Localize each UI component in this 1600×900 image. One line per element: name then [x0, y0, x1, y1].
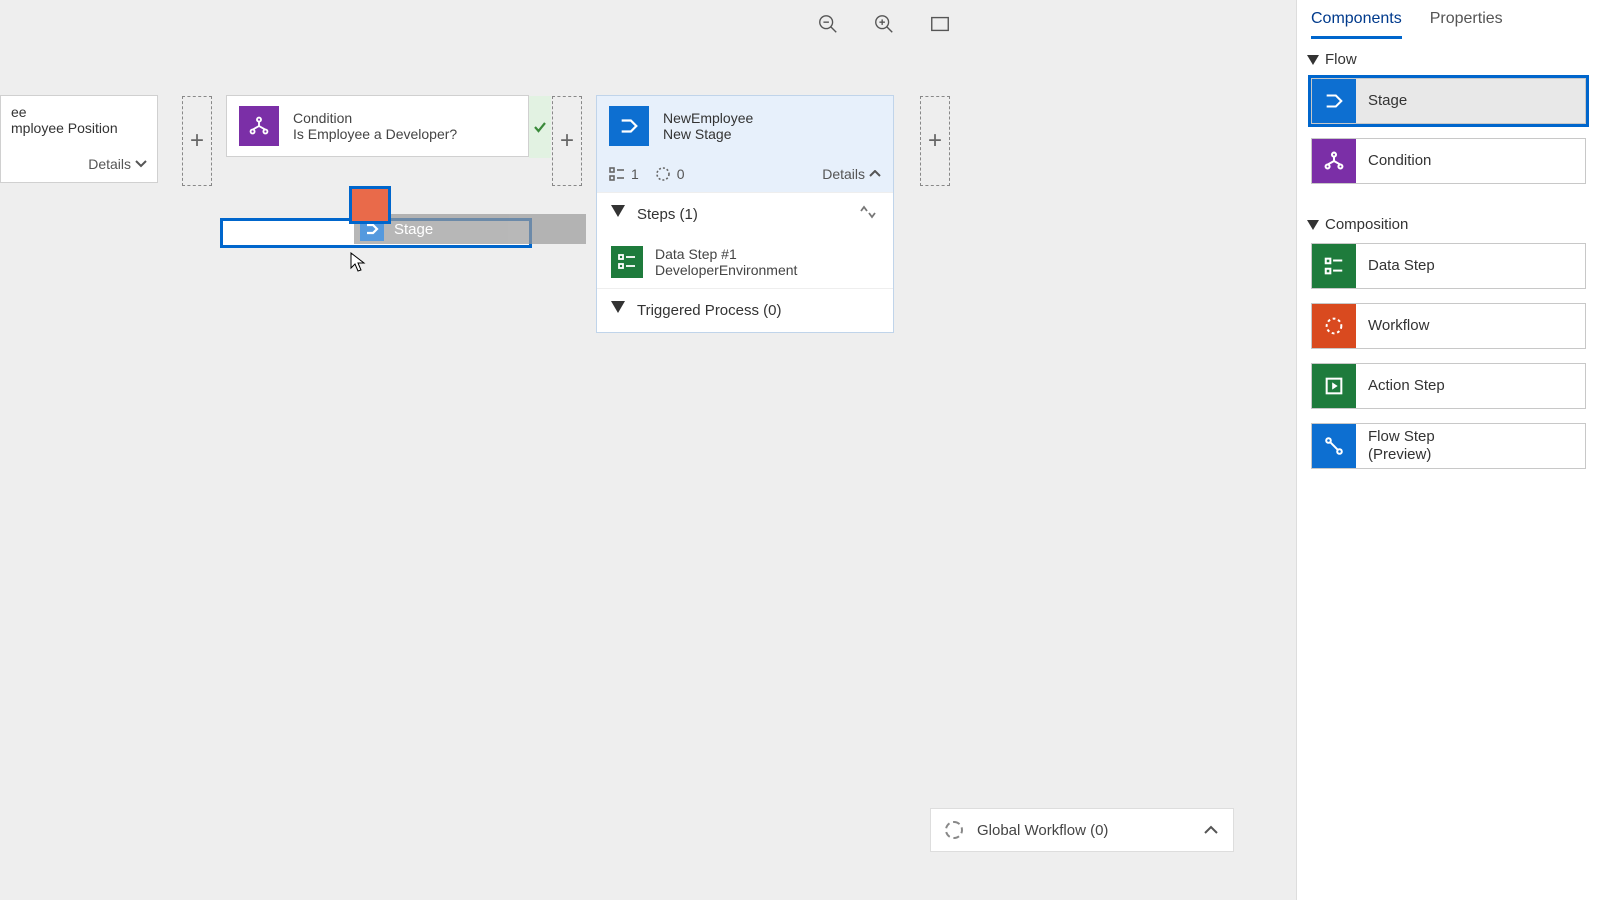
details-label: Details: [88, 156, 131, 172]
workflow-count-badge: 0: [655, 166, 685, 182]
stage-name: NewEmployee: [663, 110, 753, 126]
zoom-out-icon: [817, 13, 839, 35]
reorder-arrows[interactable]: [857, 205, 879, 224]
fit-screen-icon: [929, 13, 951, 35]
zoom-out-button[interactable]: [812, 8, 844, 40]
section-composition-label: Composition: [1325, 216, 1408, 233]
global-workflow-label: Global Workflow (0): [977, 822, 1108, 839]
condition-icon: [1312, 139, 1356, 183]
component-condition[interactable]: Condition: [1311, 138, 1586, 184]
component-label: Data Step: [1356, 257, 1447, 275]
data-step-row[interactable]: Data Step #1 DeveloperEnvironment: [597, 236, 893, 288]
component-label: Flow Step (Preview): [1356, 428, 1447, 464]
expand-triangle-icon: [611, 301, 625, 320]
section-flow-header[interactable]: Flow: [1307, 51, 1590, 68]
stage-node-expanded[interactable]: NewEmployee New Stage 1 0 Details: [596, 95, 894, 333]
expand-triangle-icon: [611, 205, 625, 224]
workflow-icon: [945, 821, 963, 839]
tab-components[interactable]: Components: [1311, 10, 1402, 39]
condition-icon: [239, 106, 279, 146]
component-workflow[interactable]: Workflow: [1311, 303, 1586, 349]
drop-invalid-badge: [349, 186, 391, 224]
fit-screen-button[interactable]: [924, 8, 956, 40]
steps-header-label: Steps (1): [637, 206, 845, 223]
stage-icon: [609, 106, 649, 146]
global-workflow-bar[interactable]: Global Workflow (0): [930, 808, 1234, 852]
component-label: Action Step: [1356, 377, 1457, 395]
data-step-icon: [611, 246, 643, 278]
condition-question: Is Employee a Developer?: [293, 126, 457, 142]
triggered-process-header[interactable]: Triggered Process (0): [597, 288, 893, 332]
section-composition-header[interactable]: Composition: [1307, 216, 1590, 233]
details-toggle[interactable]: Details: [822, 166, 881, 182]
chevron-up-icon: [869, 170, 881, 178]
tab-properties[interactable]: Properties: [1430, 10, 1503, 39]
data-step-icon: [1312, 244, 1356, 288]
steps-section-header[interactable]: Steps (1): [597, 192, 893, 236]
designer-canvas[interactable]: ee mployee Position Details + Condition …: [0, 0, 1296, 900]
component-flow-step[interactable]: Flow Step (Preview): [1311, 423, 1586, 469]
sidepanel-tabs: Components Properties: [1297, 0, 1600, 39]
component-label: Workflow: [1356, 317, 1441, 335]
condition-type-label: Condition: [293, 110, 457, 126]
chevron-up-icon: [1203, 822, 1219, 839]
cursor-icon: [350, 252, 366, 277]
side-panel: Components Properties Flow Stage Conditi…: [1296, 0, 1600, 900]
condition-true-branch[interactable]: [529, 96, 551, 158]
section-flow-label: Flow: [1325, 51, 1357, 68]
details-label: Details: [822, 166, 865, 182]
stage-name-partial: ee: [11, 104, 147, 120]
workflow-icon: [1312, 304, 1356, 348]
triggered-process-label: Triggered Process (0): [637, 302, 879, 319]
component-stage[interactable]: Stage: [1311, 78, 1586, 124]
drag-ghost-label: Stage: [394, 221, 433, 238]
canvas-toolbar: [812, 8, 956, 40]
add-node-dropzone[interactable]: +: [552, 96, 582, 186]
component-data-step[interactable]: Data Step: [1311, 243, 1586, 289]
stage-subtitle-partial: mployee Position: [11, 120, 147, 136]
component-label: Stage: [1356, 92, 1419, 110]
add-node-dropzone[interactable]: +: [182, 96, 212, 186]
stage-subtitle: New Stage: [663, 126, 753, 142]
stage-icon: [1312, 79, 1356, 123]
step-title: Data Step #1: [655, 246, 797, 262]
condition-node[interactable]: Condition Is Employee a Developer?: [226, 95, 529, 157]
zoom-in-button[interactable]: [868, 8, 900, 40]
component-label: Condition: [1356, 152, 1443, 170]
stage-node-partial[interactable]: ee mployee Position Details: [0, 95, 158, 183]
step-field: DeveloperEnvironment: [655, 262, 797, 278]
chevron-down-icon: [135, 160, 147, 168]
flow-step-icon: [1312, 424, 1356, 468]
check-icon: [533, 120, 547, 134]
action-step-icon: [1312, 364, 1356, 408]
add-node-dropzone[interactable]: +: [920, 96, 950, 186]
expand-triangle-icon: [1307, 220, 1319, 230]
zoom-in-icon: [873, 13, 895, 35]
details-toggle[interactable]: Details: [1, 142, 157, 182]
steps-count-badge: 1: [609, 166, 639, 182]
expand-triangle-icon: [1307, 55, 1319, 65]
component-action-step[interactable]: Action Step: [1311, 363, 1586, 409]
